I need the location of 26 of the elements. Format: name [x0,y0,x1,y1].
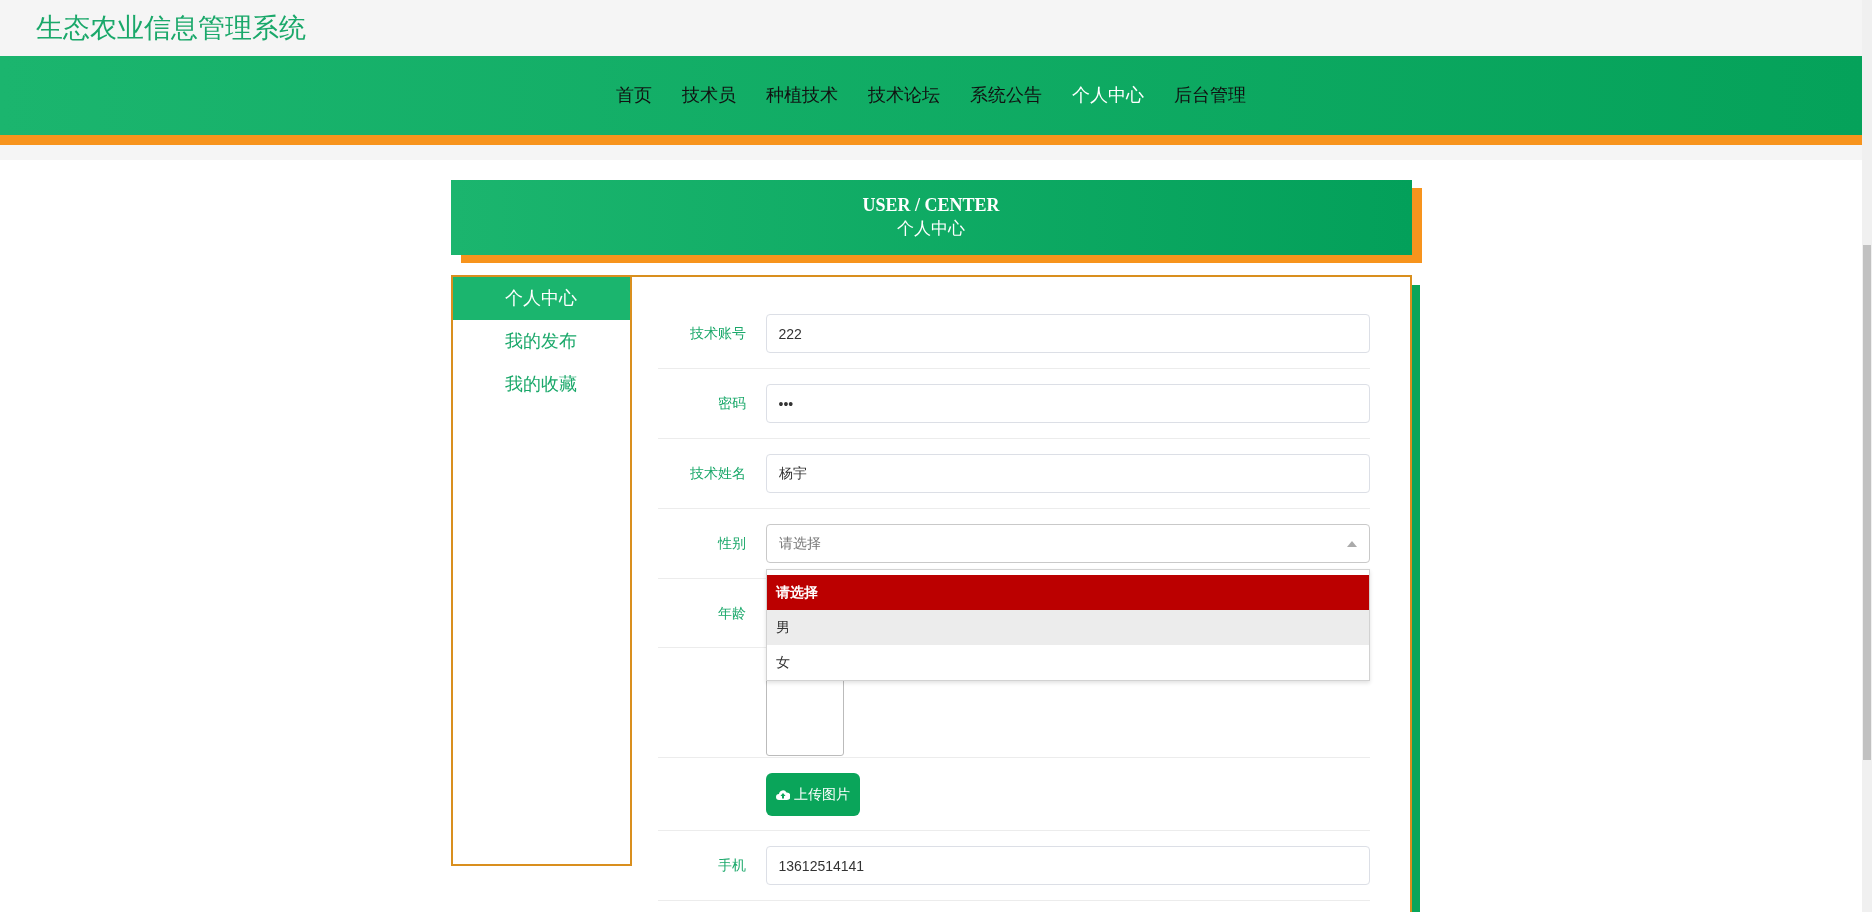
field-label: 年龄 [717,604,746,621]
field-label: 技术姓名 [689,465,746,481]
nav-link[interactable]: 种植技术 [766,78,838,113]
cloud-upload-icon [775,788,790,800]
nav-link[interactable]: 首页 [616,78,652,113]
scrollbar[interactable] [1862,0,1872,912]
nav-link[interactable]: 技术员 [682,78,736,113]
scrollbar-thumb[interactable] [1863,245,1871,760]
select-field[interactable]: 请选择 [765,524,1370,563]
input-field[interactable]: 杨宇 [765,454,1370,493]
banner-subtitle: 个人中心 [896,218,966,241]
nav-link[interactable]: 后台管理 [1174,78,1246,113]
dropdown-option[interactable]: 请选择 [766,575,1369,610]
field-label: 技术账号 [689,325,746,341]
nav-link[interactable]: 系统公告 [970,78,1042,113]
input-field[interactable]: 222 [765,314,1370,353]
banner-title: USER / CENTER [861,193,1001,217]
dropdown-option[interactable]: 女 [766,645,1369,680]
input-field[interactable]: ••• [765,384,1370,423]
field-label: 密码 [717,395,746,411]
nav-link[interactable]: 技术论坛 [868,78,940,113]
site-title: 生态农业信息管理系统 [36,11,306,45]
input-field[interactable]: 13612514141 [765,846,1370,885]
dropdown-option[interactable]: 男 [766,610,1369,645]
field-label: 手机 [717,857,746,873]
field-label: 性别 [717,535,746,551]
